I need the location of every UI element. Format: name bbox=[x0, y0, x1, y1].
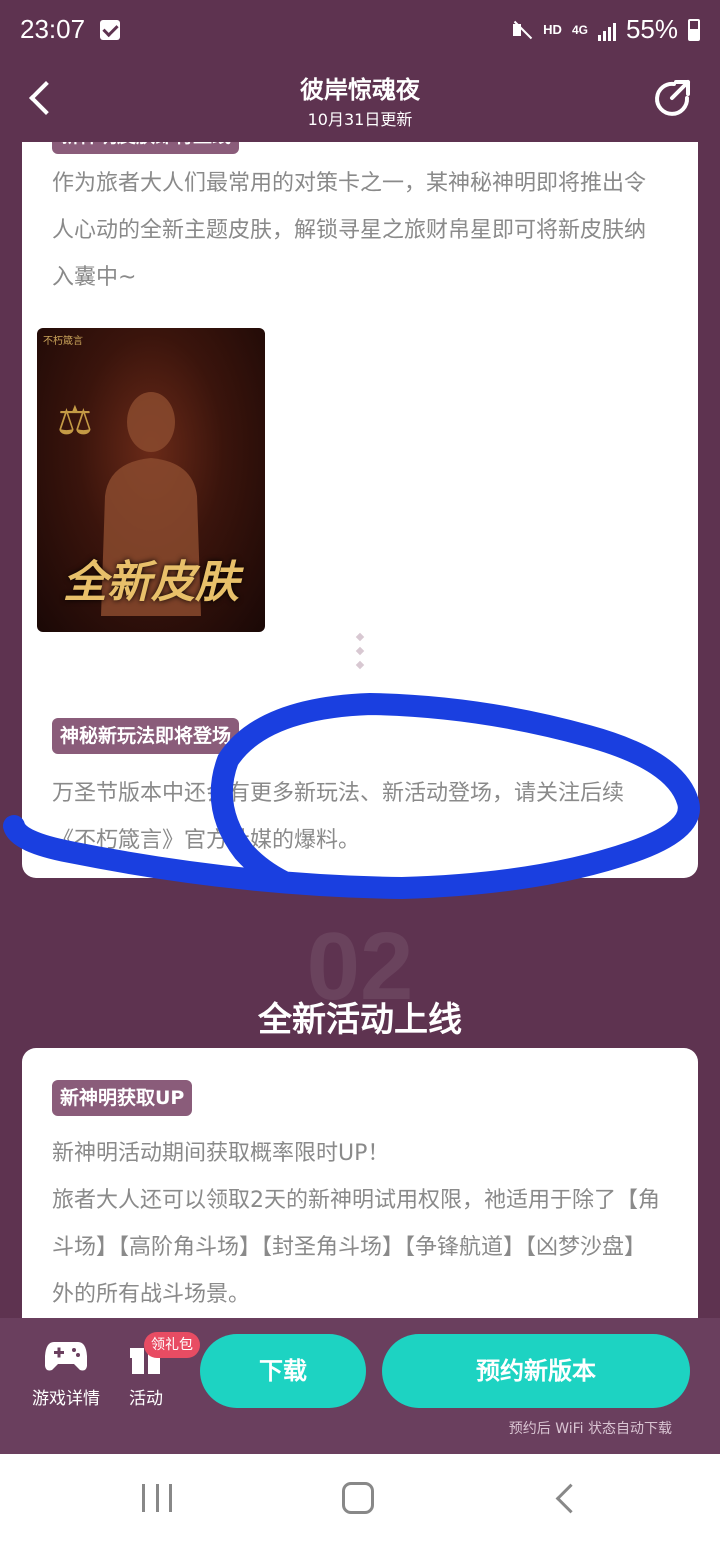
god-up-paragraph: 新神明活动期间获取概率限时UP！ 旅者大人还可以领取2天的新神明试用权限，祂适用… bbox=[52, 1141, 660, 1307]
news-card-1: 新神明皮肤即将上线 作为旅者大人们最常用的对策卡之一，某神秘神明即将推出令人心动… bbox=[22, 142, 698, 878]
system-nav-bar bbox=[0, 1454, 720, 1544]
reserve-button[interactable]: 预约新版本 bbox=[382, 1334, 690, 1408]
gift-badge: 领礼包 bbox=[144, 1332, 200, 1358]
system-back-button[interactable] bbox=[554, 1484, 580, 1514]
share-icon bbox=[655, 80, 690, 116]
divider-dots bbox=[354, 632, 366, 674]
home-button[interactable] bbox=[342, 1482, 374, 1514]
status-bar: 23:07 HD 4G 55% bbox=[0, 0, 720, 64]
download-button[interactable]: 下载 bbox=[200, 1334, 366, 1408]
article-content[interactable]: 新神明皮肤即将上线 作为旅者大人们最常用的对策卡之一，某神秘神明即将推出令人心动… bbox=[0, 142, 720, 1318]
page-subtitle: 10月31日更新 bbox=[307, 110, 413, 129]
tag-new-skin: 新神明皮肤即将上线 bbox=[52, 142, 240, 154]
notification-check-icon bbox=[100, 20, 120, 40]
bottom-action-bar: 游戏详情 活动 领礼包 下载 预约新版本 预约后 WiFi 状态自动下载 bbox=[0, 1318, 720, 1454]
battery-percent: 55% bbox=[625, 14, 678, 44]
skin-paragraph: 作为旅者大人们最常用的对策卡之一，某神秘神明即将推出令人心动的全新主题皮肤，解锁… bbox=[52, 171, 647, 290]
mute-icon bbox=[511, 19, 533, 41]
battery-icon bbox=[688, 18, 700, 41]
image-logo: 不朽箴言 bbox=[43, 336, 83, 347]
tag-god-up: 新神明获取UP bbox=[52, 1080, 193, 1116]
signal-icon bbox=[597, 19, 616, 41]
game-details-label: 游戏详情 bbox=[32, 1389, 100, 1409]
reserve-note: 预约后 WiFi 状态自动下载 bbox=[508, 1421, 672, 1437]
gameplay-paragraph: 万圣节版本中还会有更多新玩法、新活动登场，请关注后续《不朽箴言》官方社媒的爆料。 bbox=[52, 781, 625, 853]
network-4g-indicator: 4G bbox=[571, 22, 588, 37]
share-button[interactable] bbox=[652, 78, 692, 118]
scales-ornament-icon: ⚖ bbox=[57, 398, 93, 444]
hd-indicator: HD bbox=[543, 22, 562, 37]
status-time: 23:07 bbox=[20, 14, 86, 44]
new-skin-image[interactable]: 不朽箴言 ⚖ 全新皮肤 bbox=[37, 328, 265, 632]
gamepad-icon bbox=[45, 1342, 87, 1371]
section-title: 全新活动上线 bbox=[258, 1000, 462, 1040]
recent-apps-button[interactable] bbox=[142, 1484, 172, 1512]
status-icons: HD 4G 55% bbox=[511, 14, 700, 45]
game-details-button[interactable]: 游戏详情 bbox=[26, 1336, 106, 1409]
news-card-2: 新神明获取UP 新神明活动期间获取概率限时UP！ 旅者大人还可以领取2天的新神明… bbox=[22, 1048, 698, 1318]
app-header: 彼岸惊魂夜 10月31日更新 bbox=[0, 64, 720, 142]
page-title: 彼岸惊魂夜 bbox=[300, 76, 420, 104]
image-caption: 全新皮肤 bbox=[63, 557, 239, 608]
activity-label: 活动 bbox=[129, 1389, 163, 1409]
tag-new-gameplay: 神秘新玩法即将登场 bbox=[52, 718, 240, 754]
